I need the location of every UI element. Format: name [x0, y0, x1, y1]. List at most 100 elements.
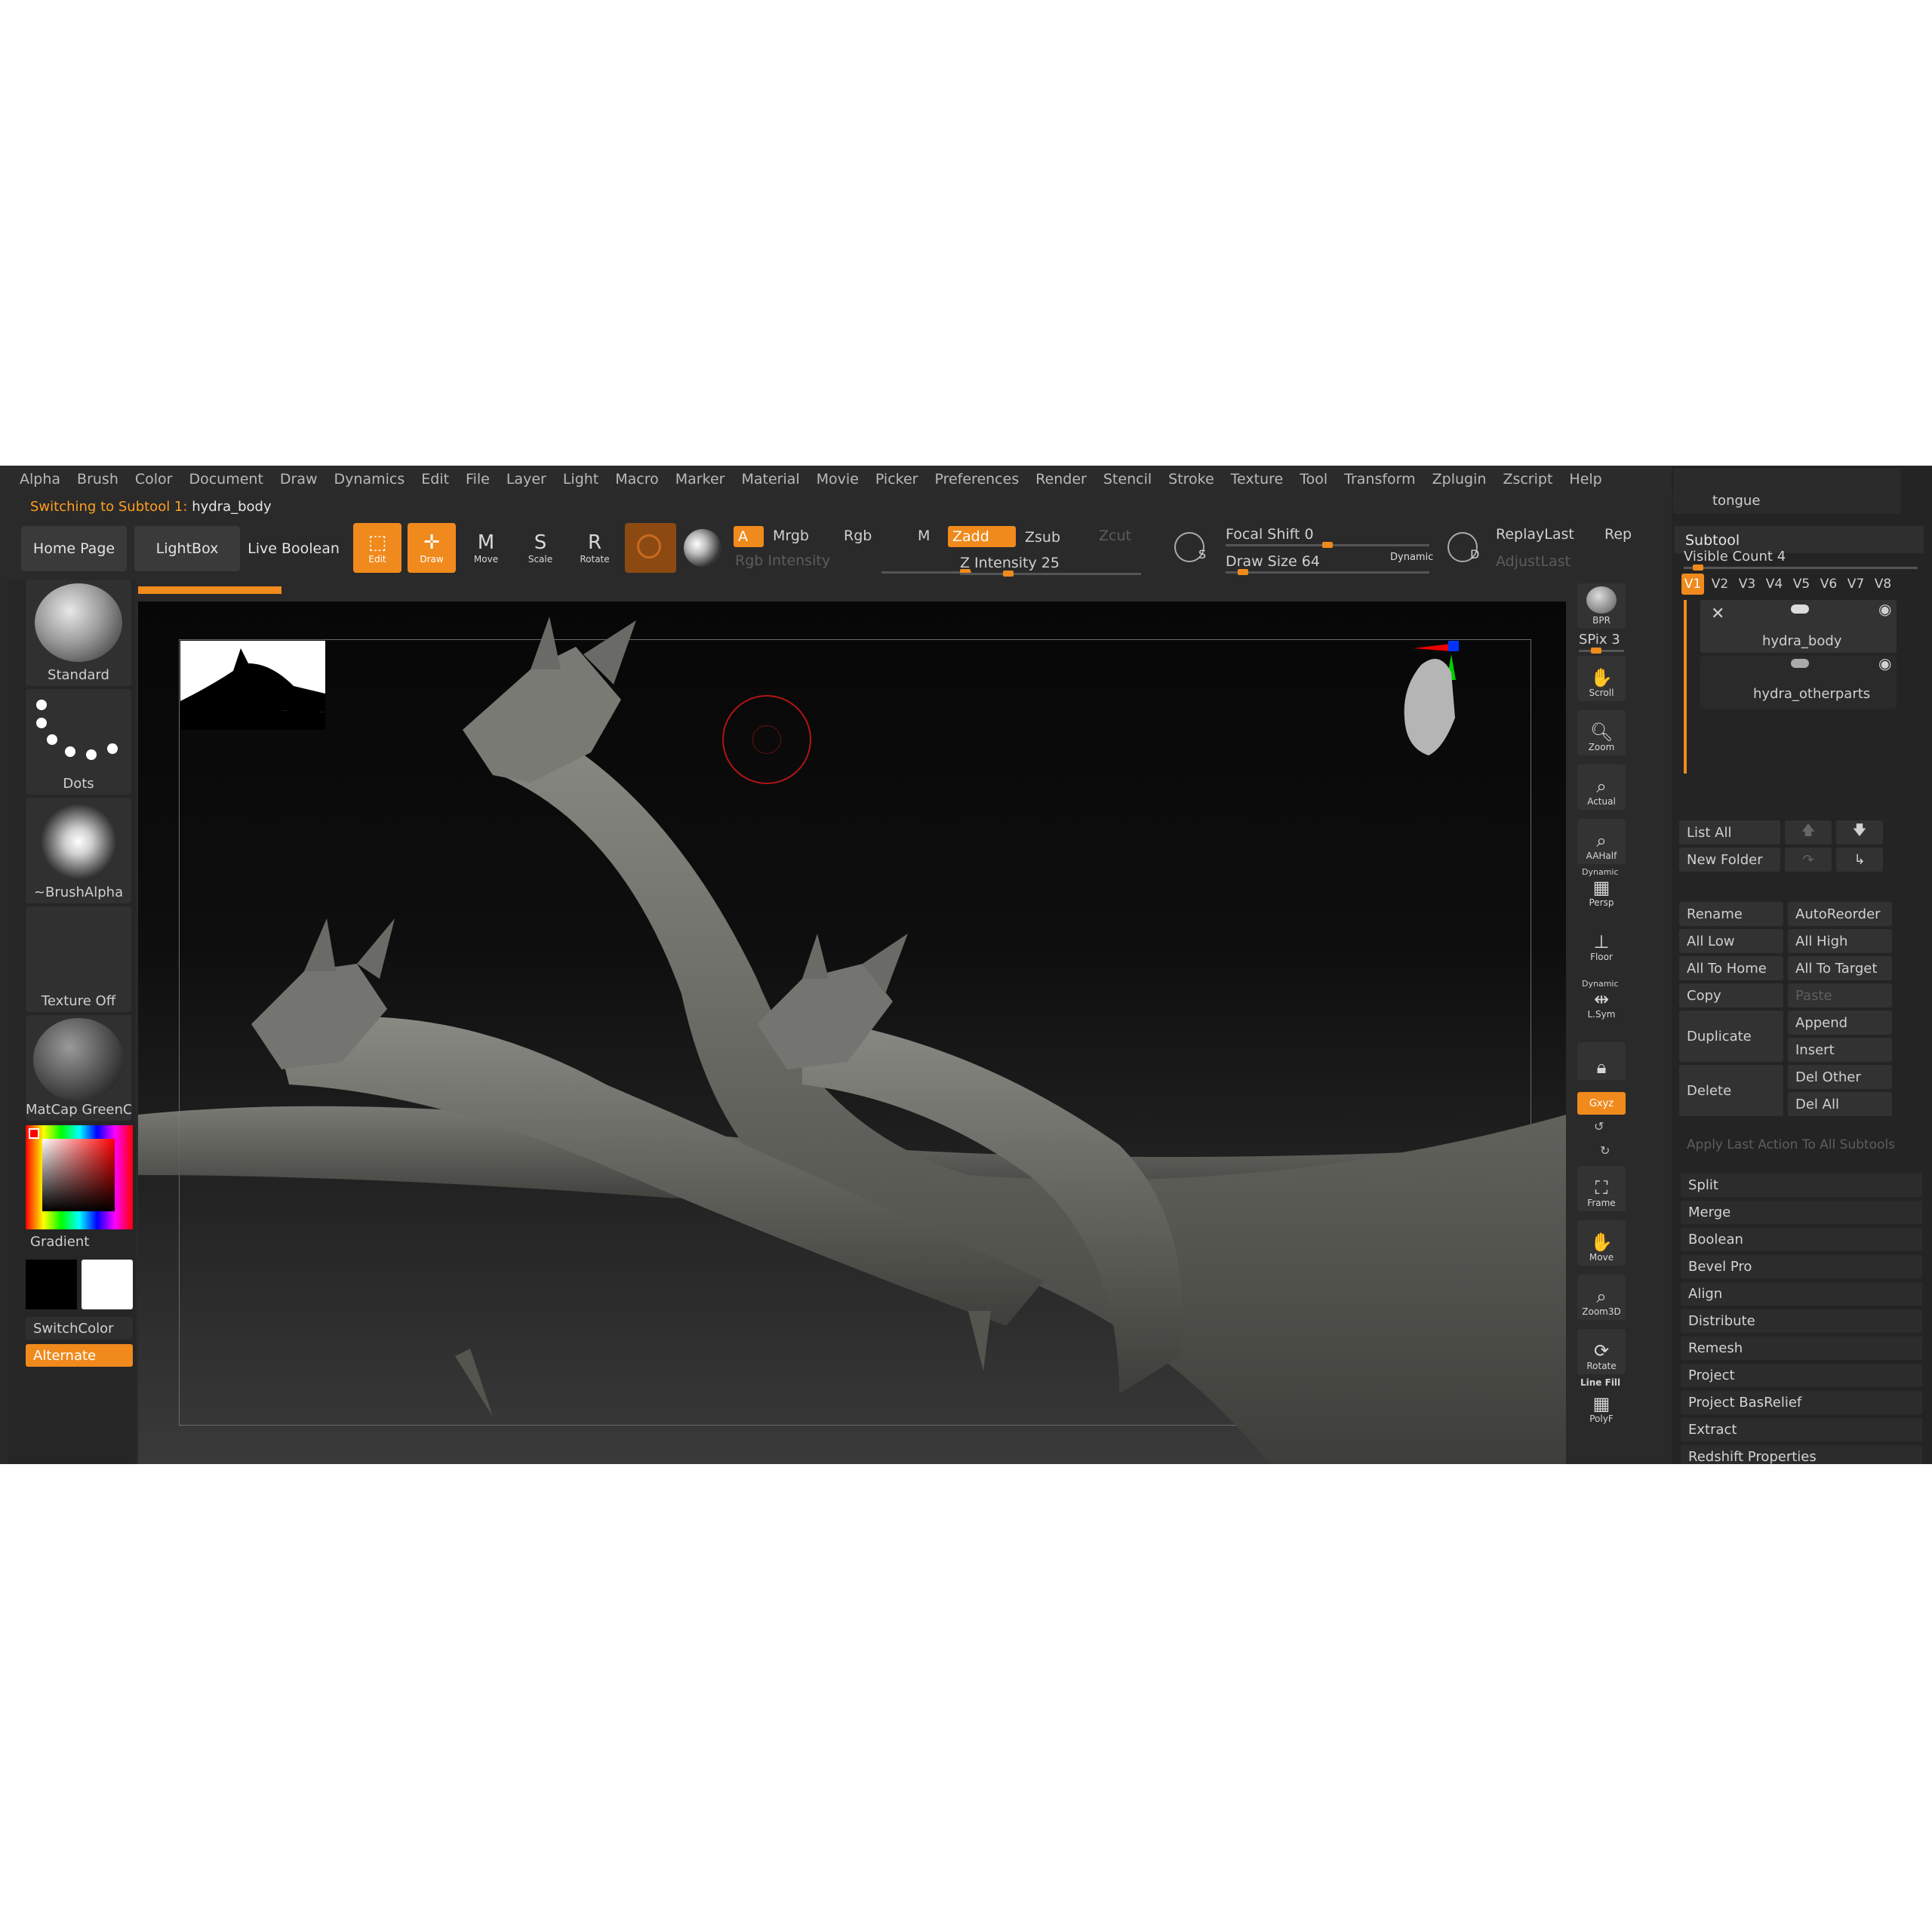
edit-mode-button[interactable]: ⬚ Edit — [353, 523, 401, 573]
home-page-button[interactable]: Home Page — [21, 526, 127, 571]
menu-dynamics[interactable]: Dynamics — [334, 471, 405, 488]
tab-v4[interactable]: V4 — [1763, 574, 1786, 595]
rotate-axis-icon[interactable]: ↺ — [1594, 1119, 1604, 1134]
menu-material[interactable]: Material — [741, 471, 799, 488]
lightbox-button[interactable]: LightBox — [134, 526, 240, 571]
subtool-item-hydra-body[interactable]: ✕ ◉ hydra_body — [1700, 600, 1897, 653]
brush-preview-button[interactable] — [625, 523, 676, 573]
tab-v8[interactable]: V8 — [1872, 574, 1894, 595]
menu-color[interactable]: Color — [135, 471, 173, 488]
all-low-button[interactable]: All Low — [1679, 929, 1783, 953]
spix-track[interactable] — [1579, 648, 1624, 654]
subtool-scrollbar[interactable] — [1684, 600, 1687, 774]
extract-section[interactable]: Extract — [1681, 1418, 1922, 1442]
project-basrelief-section[interactable]: Project BasRelief — [1681, 1391, 1922, 1415]
remesh-section[interactable]: Remesh — [1681, 1337, 1922, 1361]
menu-document[interactable]: Document — [189, 471, 263, 488]
polypaint-toggle-icon[interactable] — [1791, 605, 1809, 614]
visible-count-slider[interactable]: Visible Count 4 — [1684, 549, 1786, 565]
menu-alpha[interactable]: Alpha — [20, 471, 60, 488]
list-all-button[interactable]: List All — [1679, 820, 1780, 844]
auto-reorder-button[interactable]: AutoReorder — [1788, 902, 1892, 926]
a-toggle[interactable]: A — [734, 526, 764, 547]
menu-movie[interactable]: Movie — [817, 471, 859, 488]
tab-v1[interactable]: V1 — [1681, 574, 1704, 595]
all-to-home-button[interactable]: All To Home — [1679, 956, 1783, 980]
adjust-last-slider[interactable]: AdjustLast — [1496, 553, 1571, 570]
tool-thumbnail[interactable]: tongue — [1673, 469, 1901, 514]
z-intensity-knob[interactable] — [1003, 571, 1014, 577]
paste-button[interactable]: Paste — [1788, 983, 1892, 1008]
gradient-toggle[interactable]: Gradient — [30, 1234, 89, 1250]
tab-v6[interactable]: V6 — [1817, 574, 1840, 595]
scroll-button[interactable]: ✋ Scroll — [1577, 656, 1626, 701]
menu-stroke[interactable]: Stroke — [1168, 471, 1214, 488]
material-sphere-icon[interactable] — [684, 529, 721, 567]
del-all-button[interactable]: Del All — [1788, 1092, 1892, 1116]
rgb-intensity-track[interactable] — [881, 569, 972, 575]
draw-mode-button[interactable]: ✛ Draw — [408, 523, 456, 573]
visible-count-track[interactable] — [1684, 565, 1918, 571]
menu-stencil[interactable]: Stencil — [1103, 471, 1152, 488]
aahalf-button[interactable]: ⌕ AAHalf — [1577, 819, 1626, 864]
bevel-pro-section[interactable]: Bevel Pro — [1681, 1255, 1922, 1279]
main-color-swatch[interactable] — [82, 1260, 133, 1309]
replay-last-button[interactable]: ReplayLast — [1496, 526, 1574, 543]
visibility-eye-2-icon[interactable]: ◉ — [1878, 654, 1891, 672]
menu-zplugin[interactable]: Zplugin — [1432, 471, 1487, 488]
lsym-button[interactable]: ⇹ L.Sym — [1577, 988, 1626, 1023]
focal-shift-slider[interactable]: Focal Shift 0 — [1226, 526, 1314, 543]
texture-tile[interactable]: Texture Off — [26, 906, 131, 1012]
all-high-button[interactable]: All High — [1788, 929, 1892, 953]
focal-shift-track[interactable] — [1226, 542, 1429, 548]
del-other-button[interactable]: Del Other — [1788, 1065, 1892, 1089]
tab-v7[interactable]: V7 — [1844, 574, 1867, 595]
merge-section[interactable]: Merge — [1681, 1201, 1922, 1225]
orientation-gizmo[interactable] — [1398, 635, 1504, 786]
tab-v2[interactable]: V2 — [1709, 574, 1731, 595]
scale-mode-button[interactable]: S Scale — [516, 523, 565, 573]
zoom3d-button[interactable]: ⌕ Zoom3D — [1577, 1275, 1626, 1320]
distribute-section[interactable]: Distribute — [1681, 1309, 1922, 1334]
menu-render[interactable]: Render — [1035, 471, 1087, 488]
insert-button[interactable]: Insert — [1788, 1038, 1892, 1062]
bpr-button[interactable]: BPR — [1577, 583, 1626, 629]
live-boolean-button[interactable]: Live Boolean — [245, 526, 343, 571]
dynamic-toggle[interactable]: Dynamic — [1390, 552, 1433, 563]
floor-button[interactable]: ⊥ Floor — [1577, 931, 1626, 965]
lock-button[interactable]: 🔒︎ — [1577, 1042, 1626, 1080]
switch-color-button[interactable]: SwitchColor — [26, 1317, 133, 1340]
z-intensity-slider[interactable]: Z Intensity 25 — [960, 555, 1060, 571]
focal-shift-knob[interactable] — [1322, 542, 1333, 548]
redo-arrow-icon[interactable]: ↷ — [1785, 848, 1832, 872]
redshift-properties-section[interactable]: Redshift Properties — [1681, 1445, 1922, 1464]
delete-button[interactable]: Delete — [1679, 1065, 1783, 1116]
menu-tool[interactable]: Tool — [1300, 471, 1327, 488]
all-to-target-button[interactable]: All To Target — [1788, 956, 1892, 980]
menu-brush[interactable]: Brush — [77, 471, 118, 488]
duplicate-button[interactable]: Duplicate — [1679, 1011, 1783, 1062]
copy-button[interactable]: Copy — [1679, 983, 1783, 1008]
move-up-arrow-icon[interactable]: 🡅 — [1785, 820, 1832, 844]
boolean-section[interactable]: Boolean — [1681, 1228, 1922, 1252]
xyz-toggle[interactable]: Gxyz — [1577, 1092, 1626, 1115]
persp-button[interactable]: ▦ Persp — [1577, 876, 1626, 911]
draw-size-knob[interactable] — [1238, 569, 1248, 575]
menu-help[interactable]: Help — [1569, 471, 1601, 488]
color-picker[interactable] — [26, 1125, 133, 1229]
apply-last-action-button[interactable]: Apply Last Action To All Subtools — [1679, 1133, 1898, 1157]
menu-preferences[interactable]: Preferences — [934, 471, 1019, 488]
move-down-arrow-icon[interactable]: 🡇 — [1836, 820, 1883, 844]
rename-button[interactable]: Rename — [1679, 902, 1783, 926]
rotate-mode-button[interactable]: R Rotate — [571, 523, 619, 573]
zcut-toggle[interactable]: Zcut — [1099, 528, 1131, 544]
m-toggle[interactable]: M — [918, 528, 930, 544]
visibility-eye-icon[interactable]: ◉ — [1878, 600, 1891, 618]
spix-knob[interactable] — [1591, 648, 1601, 654]
insert-arrow-icon[interactable]: ↳ — [1836, 848, 1883, 872]
align-section[interactable]: Align — [1681, 1282, 1922, 1306]
secondary-color-swatch[interactable] — [26, 1260, 77, 1309]
menu-transform[interactable]: Transform — [1344, 471, 1416, 488]
split-section[interactable]: Split — [1681, 1174, 1922, 1198]
alpha-tile[interactable]: ~BrushAlpha — [26, 798, 131, 903]
